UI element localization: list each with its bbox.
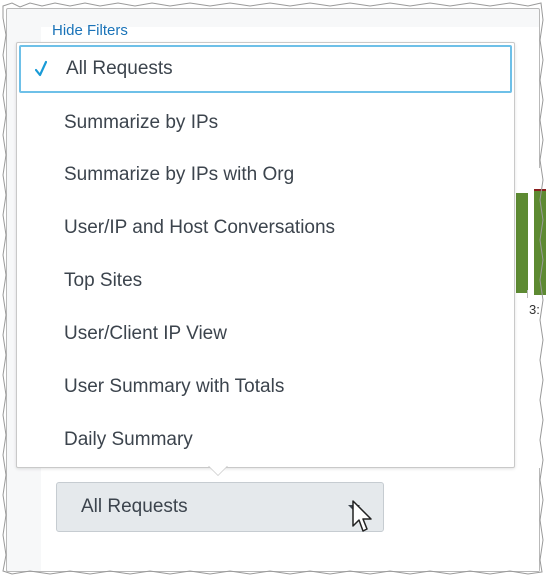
menu-item-label: Top Sites — [64, 270, 143, 291]
mouse-pointer-icon — [352, 500, 372, 532]
menu-item-all-requests[interactable]: All Requests — [19, 45, 512, 93]
report-dropdown-menu: All Requests Summarize by IPs Summarize … — [16, 42, 515, 468]
chart-axis-tick — [527, 290, 528, 298]
menu-item-label: User Summary with Totals — [64, 376, 285, 397]
menu-item-top-sites[interactable]: Top Sites — [17, 255, 514, 307]
menu-item-label: User/IP and Host Conversations — [64, 217, 336, 238]
chart-bar — [516, 193, 528, 293]
menu-item-label: Summarize by IPs with Org — [64, 164, 295, 185]
menu-item-label: Daily Summary — [64, 429, 193, 450]
menu-item-user-ip-host-conversations[interactable]: User/IP and Host Conversations — [17, 202, 514, 254]
menu-item-user-summary-with-totals[interactable]: User Summary with Totals — [17, 361, 514, 413]
menu-pointer — [208, 465, 228, 475]
hide-filters-link[interactable]: Hide Filters — [52, 22, 128, 39]
menu-item-label: User/Client IP View — [64, 323, 227, 344]
menu-item-label: Summarize by IPs — [64, 112, 219, 133]
menu-item-user-client-ip-view[interactable]: User/Client IP View — [17, 308, 514, 360]
report-select-button[interactable]: All Requests — [56, 482, 384, 532]
select-value: All Requests — [81, 496, 188, 517]
chart-axis-label: 3: — [529, 302, 540, 317]
chart-bar — [534, 189, 546, 295]
menu-item-daily-summary[interactable]: Daily Summary — [17, 414, 514, 466]
menu-item-summarize-by-ips[interactable]: Summarize by IPs — [17, 97, 514, 149]
check-icon — [35, 60, 47, 77]
menu-item-label: All Requests — [66, 58, 173, 79]
menu-item-summarize-by-ips-with-org[interactable]: Summarize by IPs with Org — [17, 149, 514, 201]
